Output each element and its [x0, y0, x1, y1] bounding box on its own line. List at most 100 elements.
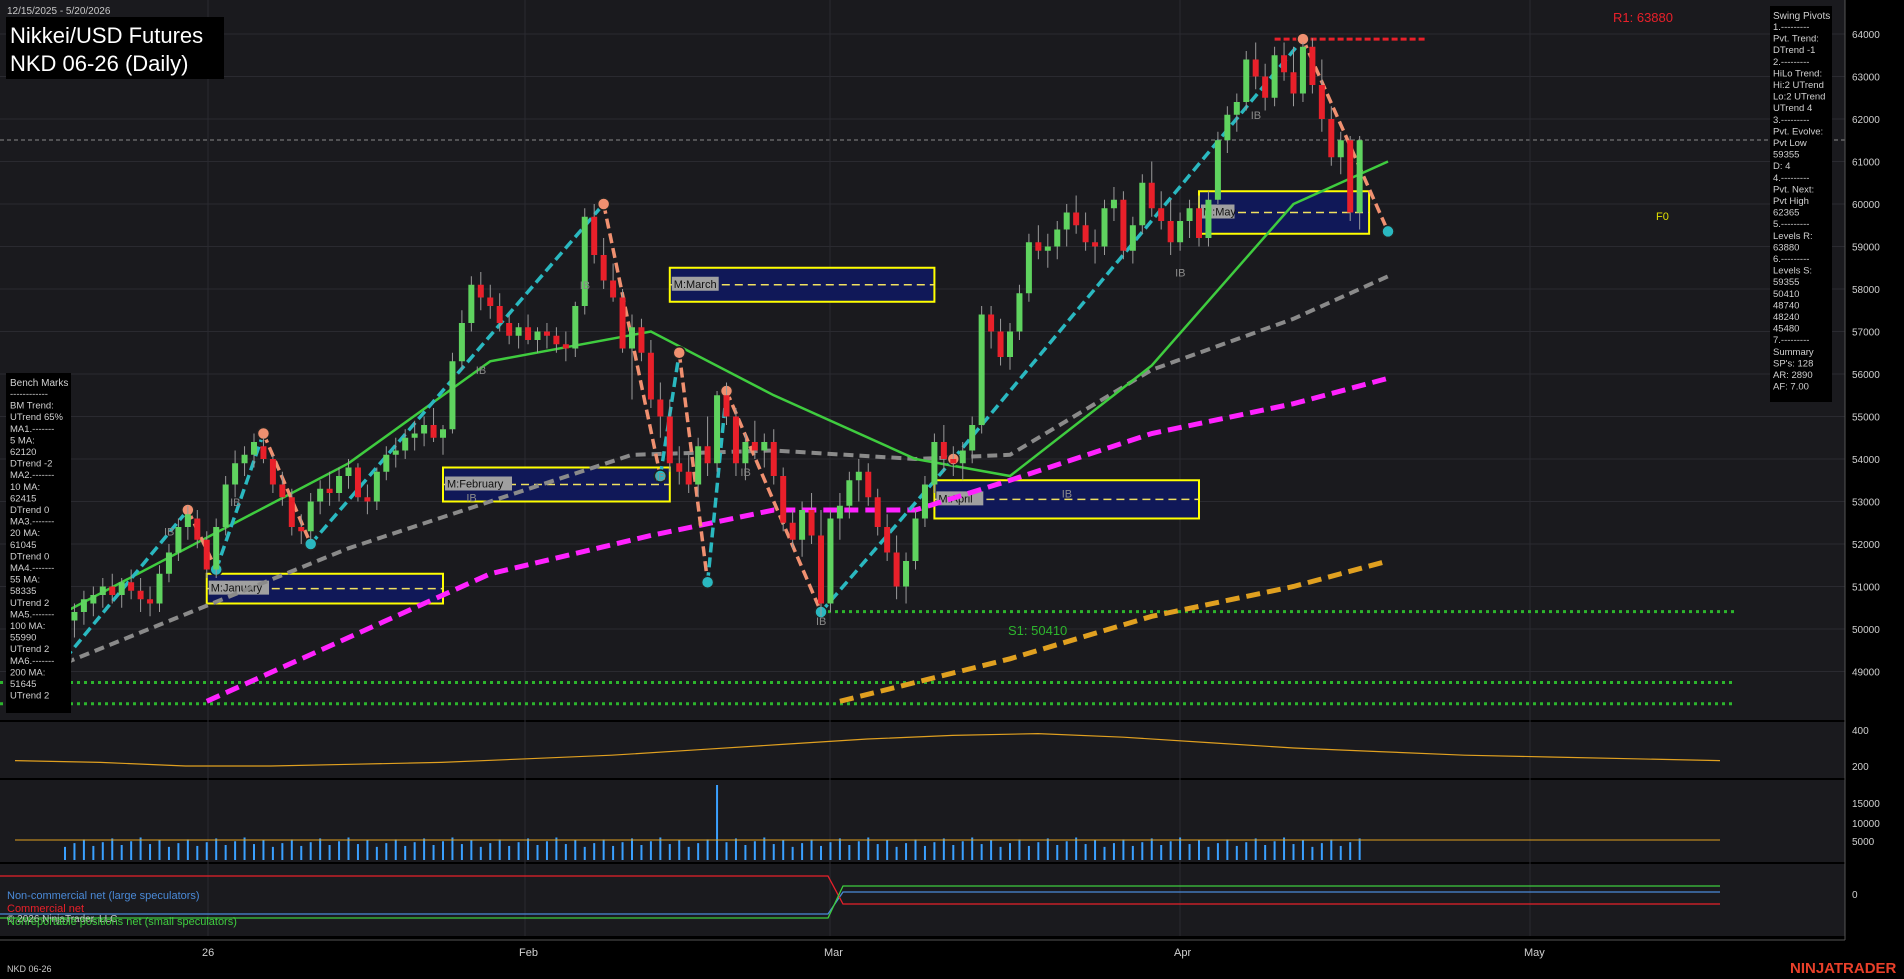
candle-body	[1262, 76, 1269, 98]
candle-body	[903, 561, 910, 587]
ib-label: IB	[655, 471, 665, 483]
candle-body	[629, 327, 635, 349]
ib-label: IB	[1175, 267, 1185, 279]
bench-marks-line: MA1.-------	[10, 424, 54, 435]
swing-pivots-line: 50410	[1773, 289, 1799, 300]
swing-pivots-line: 62365	[1773, 208, 1799, 219]
candle-body	[307, 501, 314, 532]
bench-marks-line: MA4.-------	[10, 563, 54, 574]
swing-pivots-line: 1.---------	[1773, 22, 1809, 33]
candle-body	[137, 590, 144, 600]
candle-body	[1101, 208, 1108, 247]
candle-body	[1347, 140, 1354, 213]
swing-pivot-marker	[256, 426, 271, 441]
candle-body	[997, 331, 1004, 357]
swing-pivots-line: Pvt. Trend:	[1773, 34, 1819, 45]
bench-marks-line: DTrend 0	[10, 505, 49, 516]
candle-body	[827, 518, 834, 604]
candle-body	[354, 467, 361, 498]
atr-panel	[0, 722, 1845, 778]
candle-body	[685, 471, 692, 485]
bench-marks-line: DTrend -2	[10, 459, 52, 470]
swing-pivots-line: 7.---------	[1773, 335, 1809, 346]
candle-body	[647, 352, 654, 400]
candle-body	[203, 539, 210, 570]
candle-body	[978, 314, 985, 425]
candle-body	[165, 552, 172, 574]
candle-body	[373, 471, 380, 502]
swing-pivots-line: Hi:2 UTrend	[1773, 80, 1824, 91]
candle-body	[430, 425, 437, 438]
swing-pivots-line: Levels S:	[1773, 266, 1812, 277]
candle-body	[581, 216, 588, 306]
bench-marks-line: BM Trend:	[10, 401, 54, 412]
f0-label: F0	[1656, 211, 1669, 223]
candle-body	[723, 395, 730, 417]
candle-body	[1299, 46, 1306, 94]
candle-body	[241, 454, 248, 464]
candle-body	[770, 442, 777, 476]
candle-body	[704, 446, 711, 464]
price-tick-label: 58000	[1852, 285, 1880, 296]
bench-marks-line: 58335	[10, 586, 36, 597]
candle-body	[496, 306, 503, 323]
swing-pivots-line: Levels R:	[1773, 231, 1813, 242]
candle-body	[298, 527, 305, 532]
price-tick-label: 53000	[1852, 498, 1880, 509]
candle-body	[1044, 246, 1051, 251]
candle-body	[818, 535, 824, 604]
candle-body	[260, 446, 267, 459]
candle-body	[799, 510, 806, 540]
candle-body	[411, 433, 418, 438]
bench-marks-line: MA5.-------	[10, 609, 54, 620]
candle-body	[1356, 140, 1363, 213]
candle-body	[789, 522, 796, 540]
candle-body	[109, 586, 116, 595]
candle-body	[487, 297, 494, 306]
candle-body	[666, 416, 673, 464]
ib-label: IB	[816, 616, 826, 628]
candle-body	[392, 450, 399, 455]
bench-marks-line: UTrend 2	[10, 598, 49, 609]
bench-marks-line: 62120	[10, 447, 36, 458]
price-tick-label: 54000	[1852, 455, 1880, 466]
candle-body	[1158, 208, 1165, 221]
bench-marks-line: ------------	[10, 389, 48, 400]
bench-marks-line: 5 MA:	[10, 435, 35, 446]
candle-body	[1233, 102, 1240, 115]
price-tick-label: 57000	[1852, 328, 1880, 339]
candle-body	[950, 459, 957, 464]
candle-body	[1092, 242, 1099, 247]
swing-pivot-marker	[700, 575, 715, 589]
candle-body	[184, 514, 191, 527]
ib-label: IB	[164, 527, 174, 539]
candle-body	[846, 480, 853, 506]
candle-body	[506, 323, 513, 336]
bench-marks-line: MA6.-------	[10, 656, 54, 667]
title-line1: Nikkei/USD Futures	[10, 23, 203, 48]
candle-body	[610, 280, 617, 298]
swing-pivots-line: HiLo Trend:	[1773, 68, 1822, 79]
candle-body	[288, 497, 295, 527]
candle-body	[118, 582, 125, 595]
ib-label: IB	[740, 467, 750, 479]
candle-body	[421, 425, 428, 434]
candle-body	[80, 599, 87, 612]
ib-label: IB	[476, 365, 486, 377]
candle-body	[553, 335, 560, 345]
candle-body	[477, 284, 484, 298]
price-tick-label: 64000	[1852, 30, 1880, 41]
candle-body	[543, 331, 550, 336]
candle-body	[222, 484, 229, 527]
candle-body	[921, 484, 928, 519]
candle-body	[1186, 208, 1193, 221]
bench-marks-line: UTrend 2	[10, 644, 49, 655]
cot-tick-label: 0	[1852, 890, 1858, 901]
candle-body	[317, 488, 324, 502]
price-panel	[0, 0, 1845, 720]
candle-body	[449, 361, 456, 430]
x-tick-label: Feb	[519, 947, 538, 959]
swing-pivots-line: Pvt High	[1773, 196, 1809, 207]
swing-pivots-line: Summary	[1773, 347, 1814, 358]
x-tick-label: May	[1524, 947, 1545, 959]
